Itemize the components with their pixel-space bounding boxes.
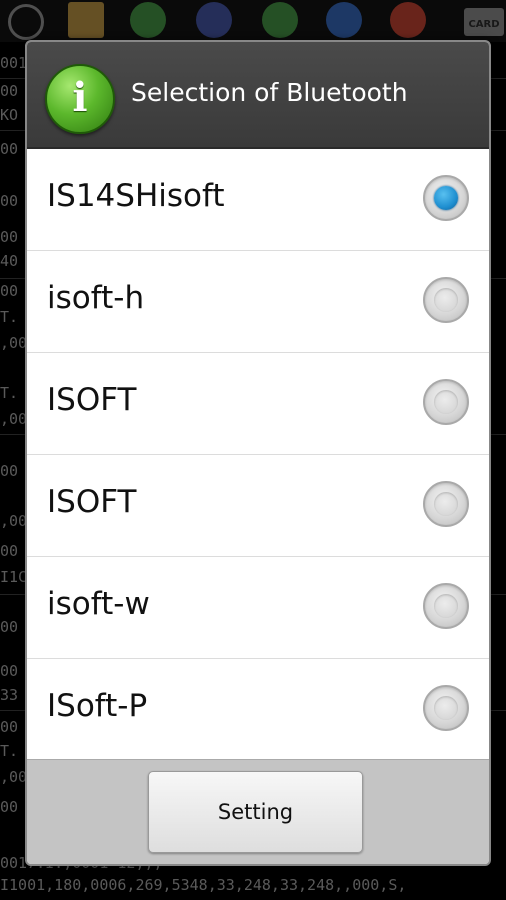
log-line: T. (0, 384, 19, 402)
settings-icon (390, 2, 426, 38)
radio-icon[interactable] (423, 277, 469, 323)
dialog-footer: Setting (27, 759, 489, 864)
device-item[interactable]: ISoft-P (27, 659, 489, 761)
setting-button[interactable]: Setting (148, 771, 363, 853)
log-line: T. (0, 742, 19, 760)
dialog-title: Selection of Bluetooth (131, 78, 408, 107)
download-icon (262, 2, 298, 38)
log-line: 00 (0, 798, 19, 816)
log-line: ,00 (0, 334, 28, 352)
device-item[interactable]: IS14SHisoft (27, 149, 489, 251)
log-line: 00 (0, 542, 19, 560)
device-label: ISOFT (47, 382, 137, 418)
log-line: 001 (0, 54, 28, 72)
log-line: ,00 (0, 768, 28, 786)
log-line: KO (0, 106, 19, 124)
device-item[interactable]: ISOFT (27, 353, 489, 455)
bluetooth-selection-dialog: i Selection of Bluetooth IS14SHisoft iso… (25, 40, 491, 866)
log-line: T. (0, 308, 19, 326)
sort-icon (196, 2, 232, 38)
device-label: isoft-w (47, 586, 150, 622)
log-line: 40 (0, 252, 19, 270)
log-line: 00 (0, 618, 19, 636)
radio-icon[interactable] (423, 685, 469, 731)
log-line: 00 (0, 282, 19, 300)
radio-icon[interactable] (423, 583, 469, 629)
dialog-header: i Selection of Bluetooth (27, 42, 489, 149)
device-item[interactable]: isoft-h (27, 251, 489, 353)
log-line: 33 (0, 686, 19, 704)
card-icon: CARD (464, 8, 504, 36)
folder-icon (68, 2, 104, 38)
device-item[interactable]: ISOFT (27, 455, 489, 557)
device-list: IS14SHisoft isoft-h ISOFT ISOFT isoft-w … (27, 149, 489, 761)
log-line: 00 (0, 82, 19, 100)
log-line: 00 (0, 192, 19, 210)
device-label: IS14SHisoft (47, 178, 225, 214)
log-line: ,00 (0, 410, 28, 428)
device-label: ISOFT (47, 484, 137, 520)
bluetooth-icon (326, 2, 362, 38)
log-line: ,00 (0, 512, 28, 530)
radio-icon[interactable] (423, 481, 469, 527)
radio-icon[interactable] (423, 379, 469, 425)
log-line: 00 (0, 462, 19, 480)
refresh-icon (8, 4, 44, 40)
upload-icon (130, 2, 166, 38)
log-line: I1001,180,0006,269,5348,33,248,33,248,,0… (0, 876, 407, 894)
log-line: 00 (0, 718, 19, 736)
log-line: 00 (0, 662, 19, 680)
background-toolbar: CARD (0, 0, 506, 42)
log-line: 00 (0, 140, 19, 158)
radio-selected-icon[interactable] (423, 175, 469, 221)
device-label: ISoft-P (47, 688, 148, 724)
log-line: I1C (0, 568, 28, 586)
log-line: 00 (0, 228, 19, 246)
info-icon: i (45, 64, 115, 134)
device-label: isoft-h (47, 280, 145, 316)
device-item[interactable]: isoft-w (27, 557, 489, 659)
